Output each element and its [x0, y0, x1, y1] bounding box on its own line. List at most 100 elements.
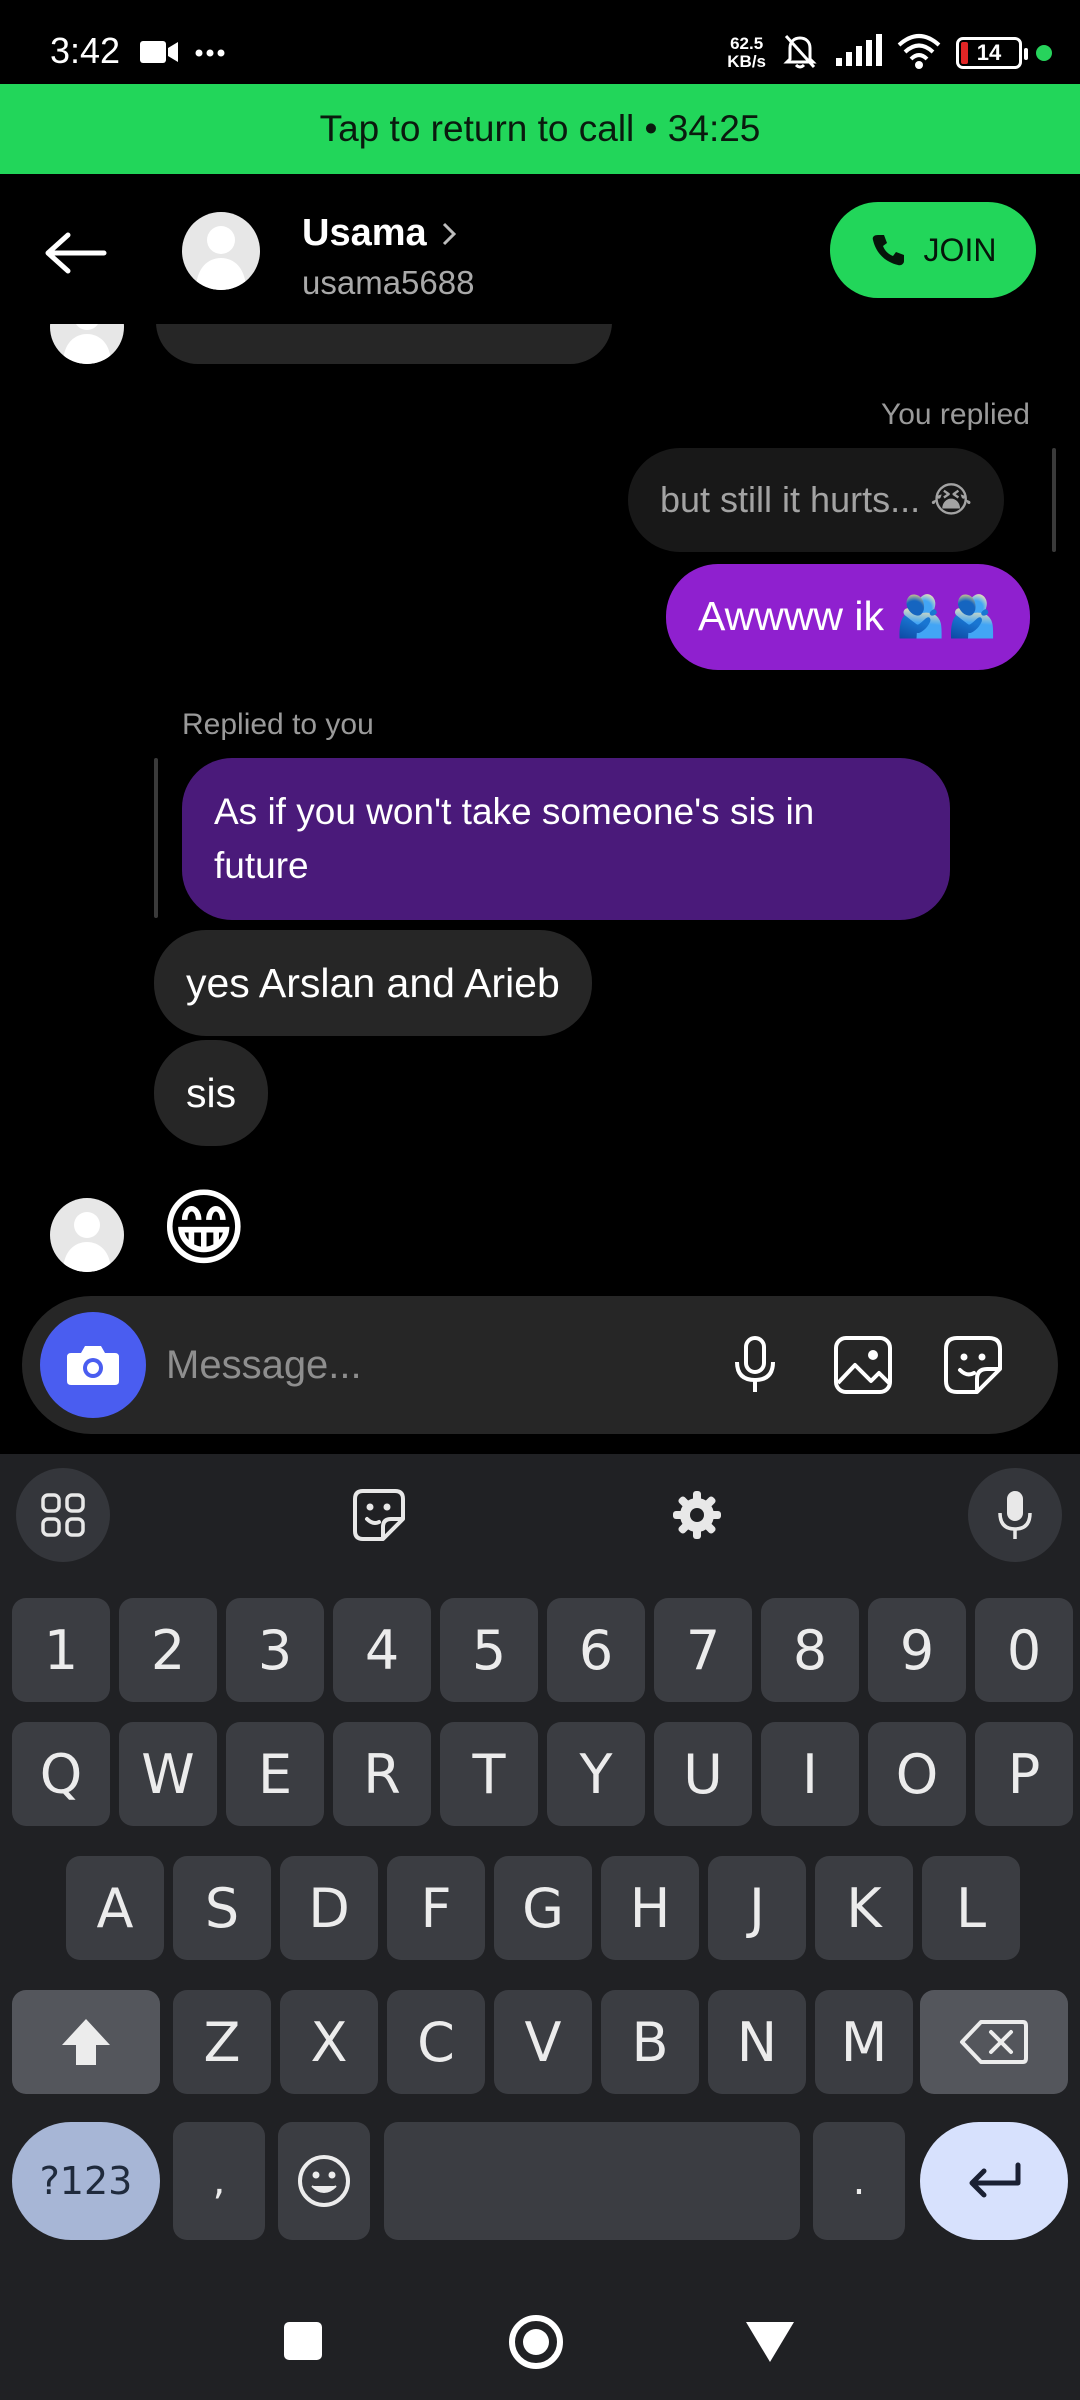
- return-to-call-banner[interactable]: Tap to return to call • 34:25: [0, 84, 1080, 174]
- video-camera-icon: [140, 39, 180, 70]
- grid-apps-icon: [41, 1493, 85, 1537]
- join-call-button[interactable]: JOIN: [830, 202, 1036, 298]
- chat-header: Usama usama5688 JOIN: [0, 174, 1080, 324]
- enter-key[interactable]: [920, 2122, 1068, 2240]
- their-message-text: sis: [186, 1069, 237, 1116]
- net-speed-value: 62.5: [730, 34, 764, 53]
- contact-avatar[interactable]: [182, 212, 260, 290]
- key-r[interactable]: R: [333, 1722, 431, 1826]
- shift-key[interactable]: [12, 1990, 160, 2094]
- key-1[interactable]: 1: [12, 1598, 110, 1702]
- symbols-key[interactable]: ?123: [12, 2122, 160, 2240]
- emoji-key[interactable]: [278, 2122, 370, 2240]
- enter-arrow-icon: [969, 2162, 1021, 2198]
- their-message-bubble[interactable]: sis: [154, 1040, 269, 1146]
- key-7[interactable]: 7: [654, 1598, 752, 1702]
- key-q[interactable]: Q: [12, 1722, 110, 1826]
- message-bubble-partial[interactable]: [156, 324, 612, 364]
- key-k[interactable]: K: [815, 1856, 913, 1960]
- key-u[interactable]: U: [654, 1722, 752, 1826]
- key-6[interactable]: 6: [547, 1598, 645, 1702]
- shift-arrow-icon: [62, 2019, 110, 2065]
- key-4[interactable]: 4: [333, 1598, 431, 1702]
- key-n[interactable]: N: [708, 1990, 806, 2094]
- default-person-icon: [63, 324, 111, 364]
- key-m[interactable]: M: [815, 1990, 913, 2094]
- smiley-icon: [298, 2155, 350, 2207]
- key-3[interactable]: 3: [226, 1598, 324, 1702]
- key-5[interactable]: 5: [440, 1598, 538, 1702]
- quoted-reply-bubble[interactable]: but still it hurts... 😭: [628, 448, 1005, 552]
- their-message-bubble[interactable]: yes Arslan and Arieb: [154, 930, 592, 1036]
- key-s[interactable]: S: [173, 1856, 271, 1960]
- my-message-bubble[interactable]: Awwww ik 🫂🫂: [666, 564, 1030, 670]
- key-f[interactable]: F: [387, 1856, 485, 1960]
- keyboard-sticker-button[interactable]: [332, 1468, 426, 1562]
- gallery-button[interactable]: [828, 1330, 898, 1400]
- quoted-reply-text: but still it hurts... 😭: [660, 479, 973, 520]
- key-y[interactable]: Y: [547, 1722, 645, 1826]
- camera-button[interactable]: [40, 1312, 146, 1418]
- microphone-icon: [735, 1336, 775, 1392]
- key-o[interactable]: O: [868, 1722, 966, 1826]
- space-key[interactable]: [384, 2122, 800, 2240]
- key-i[interactable]: I: [761, 1722, 859, 1826]
- more-dots-icon: [194, 45, 226, 63]
- default-person-icon: [63, 1212, 111, 1272]
- backspace-key[interactable]: [920, 1990, 1068, 2094]
- status-right-icons: 62.5 KB/s 14: [727, 28, 1052, 78]
- call-banner-text: Tap to return to call • 34:25: [319, 108, 761, 149]
- recents-button[interactable]: [278, 2316, 328, 2366]
- key-j[interactable]: J: [708, 1856, 806, 1960]
- contact-name[interactable]: Usama: [302, 212, 457, 255]
- message-list[interactable]: You replied but still it hurts... 😭 Awww…: [0, 324, 1080, 1290]
- key-8[interactable]: 8: [761, 1598, 859, 1702]
- back-nav-button[interactable]: [742, 2316, 798, 2366]
- key-g[interactable]: G: [494, 1856, 592, 1960]
- key-b[interactable]: B: [601, 1990, 699, 2094]
- wifi-icon: [896, 33, 942, 74]
- keyboard: 1 2 3 4 5 6 7 8 9 0 Q W E R T Y U I O P …: [0, 1454, 1080, 2280]
- key-e[interactable]: E: [226, 1722, 324, 1826]
- gear-icon: [673, 1491, 721, 1539]
- quoted-my-message-bubble[interactable]: As if you won't take someone's sis in fu…: [182, 758, 950, 920]
- status-bar: 3:42 62.5 KB/s 14: [0, 0, 1080, 84]
- quote-indicator-line: [1052, 448, 1056, 552]
- contact-avatar-small[interactable]: [50, 324, 124, 364]
- key-2[interactable]: 2: [119, 1598, 217, 1702]
- battery-level: 14: [976, 40, 1002, 65]
- key-0[interactable]: 0: [975, 1598, 1073, 1702]
- sticker-icon: [353, 1489, 405, 1541]
- voice-message-button[interactable]: [720, 1330, 790, 1400]
- key-p[interactable]: P: [975, 1722, 1073, 1826]
- emoji-message[interactable]: 😁: [160, 1180, 248, 1276]
- backspace-icon: [960, 2020, 1028, 2064]
- home-button[interactable]: [506, 2312, 566, 2372]
- key-9[interactable]: 9: [868, 1598, 966, 1702]
- key-w[interactable]: W: [119, 1722, 217, 1826]
- contact-name-text: Usama: [302, 212, 427, 254]
- key-a[interactable]: A: [66, 1856, 164, 1960]
- back-button[interactable]: [36, 218, 116, 288]
- key-c[interactable]: C: [387, 1990, 485, 2094]
- key-d[interactable]: D: [280, 1856, 378, 1960]
- keyboard-voice-button[interactable]: [968, 1468, 1062, 1562]
- keyboard-settings-button[interactable]: [650, 1468, 744, 1562]
- period-key[interactable]: .: [813, 2122, 905, 2240]
- net-speed: 62.5 KB/s: [727, 35, 766, 71]
- bell-muted-icon: [780, 31, 820, 76]
- key-h[interactable]: H: [601, 1856, 699, 1960]
- key-z[interactable]: Z: [173, 1990, 271, 2094]
- key-l[interactable]: L: [922, 1856, 1020, 1960]
- message-input[interactable]: [166, 1326, 696, 1404]
- key-t[interactable]: T: [440, 1722, 538, 1826]
- contact-avatar-small[interactable]: [50, 1198, 124, 1272]
- microphone-icon: [998, 1491, 1032, 1539]
- sticker-button[interactable]: [938, 1330, 1008, 1400]
- key-x[interactable]: X: [280, 1990, 378, 2094]
- status-time: 3:42: [50, 30, 121, 71]
- key-v[interactable]: V: [494, 1990, 592, 2094]
- keyboard-apps-button[interactable]: [16, 1468, 110, 1562]
- comma-key[interactable]: ,: [173, 2122, 265, 2240]
- privacy-indicator-dot: [1036, 45, 1052, 61]
